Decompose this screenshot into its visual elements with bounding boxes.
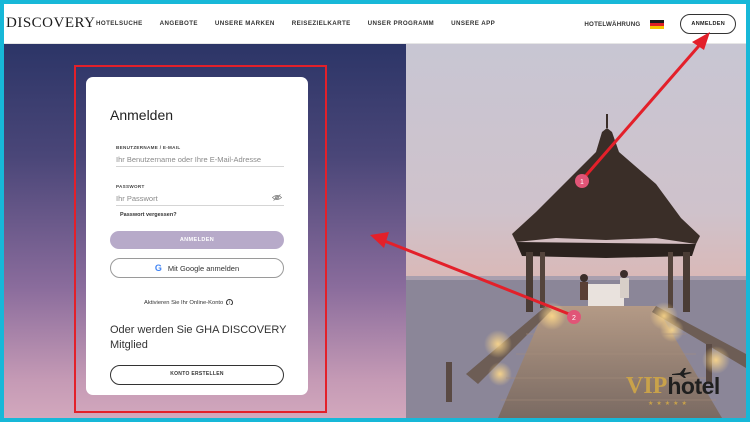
header-login-button[interactable]: ANMELDEN: [680, 14, 736, 34]
top-navigation: DISCOVERY HOTELSUCHE ANGEBOTE UNSERE MAR…: [4, 4, 746, 44]
currency-selector[interactable]: HOTELWÄHRUNG: [584, 21, 640, 28]
nav-unsere-app[interactable]: UNSERE APP: [451, 20, 495, 27]
viphotel-watermark: VIP hotel ★★★★★: [626, 368, 720, 407]
header-actions: HOTELWÄHRUNG ANMELDEN: [584, 4, 736, 44]
nav-angebote[interactable]: ANGEBOTE: [160, 20, 198, 27]
watermark-stars: ★★★★★: [648, 401, 690, 407]
browser-viewport: DISCOVERY HOTELSUCHE ANGEBOTE UNSERE MAR…: [4, 4, 746, 418]
discovery-logo[interactable]: DISCOVERY: [6, 15, 95, 32]
german-flag-icon[interactable]: [650, 19, 665, 29]
nav-unsere-marken[interactable]: UNSERE MARKEN: [215, 20, 275, 27]
nav-unser-programm[interactable]: UNSER PROGRAMM: [368, 20, 434, 27]
nav-hotelsuche[interactable]: HOTELSUCHE: [96, 20, 143, 27]
overwater-pavilion-image: [406, 44, 746, 418]
highlight-box: [74, 65, 327, 413]
hero-photo: [406, 44, 746, 418]
watermark-vip: VIP: [626, 373, 668, 399]
nav-reisezielkarte[interactable]: REISEZIELKARTE: [292, 20, 351, 27]
airplane-icon: [672, 368, 692, 378]
